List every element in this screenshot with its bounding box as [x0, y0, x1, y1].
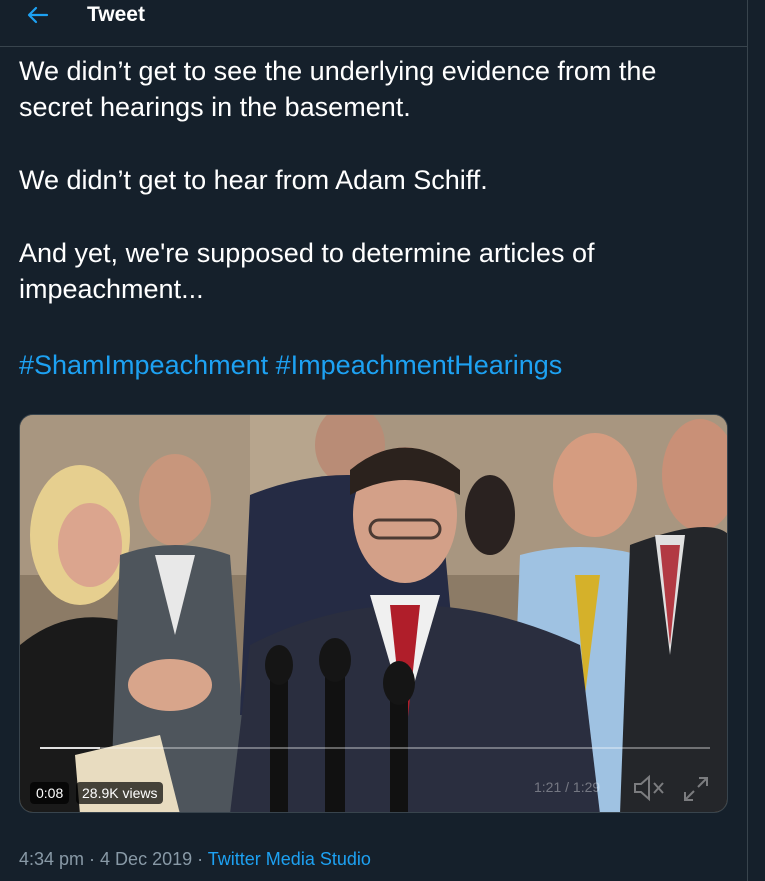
back-button[interactable] — [22, 2, 54, 28]
meta-separator: · — [84, 849, 101, 869]
expand-icon — [684, 777, 708, 801]
tweet-paragraph: We didn’t get to see the underlying evid… — [19, 56, 657, 122]
arrow-left-icon — [27, 6, 49, 24]
tweet-paragraph: And yet, we're supposed to determine art… — [19, 238, 595, 304]
tweet-paragraph: We didn’t get to hear from Adam Schiff. — [19, 165, 488, 195]
video-progress-bar[interactable] — [40, 747, 710, 749]
meta-separator: · — [192, 849, 208, 869]
tweet-date[interactable]: 4 Dec 2019 — [100, 849, 192, 869]
mute-button[interactable] — [632, 773, 666, 803]
video-frame — [20, 415, 727, 812]
video-time-total: 1:21 / 1:29 — [534, 779, 601, 795]
speaker-mute-icon — [634, 774, 664, 802]
header-title: Tweet — [87, 3, 145, 26]
hashtag-line: #ShamImpeachment #ImpeachmentHearings — [19, 347, 562, 383]
tweet-time[interactable]: 4:34 pm — [19, 849, 84, 869]
video-player[interactable]: 0:08 28.9K views 1:21 / 1:29 — [19, 414, 728, 813]
views-badge: 28.9K views — [76, 782, 164, 804]
hashtag-link[interactable]: #ShamImpeachment — [19, 350, 268, 380]
tweet-source-link[interactable]: Twitter Media Studio — [208, 849, 371, 869]
fullscreen-button[interactable] — [682, 775, 710, 803]
tweet-page: Tweet We didn’t get to see the underlyin… — [0, 0, 765, 881]
header-bar: Tweet — [0, 0, 747, 47]
video-progress-fill — [40, 747, 101, 749]
tweet-text: We didn’t get to see the underlying evid… — [19, 53, 729, 344]
column-border — [747, 0, 748, 881]
hashtag-link[interactable]: #ImpeachmentHearings — [276, 350, 563, 380]
elapsed-badge: 0:08 — [30, 782, 70, 804]
tweet-meta: 4:34 pm · 4 Dec 2019 · Twitter Media Stu… — [19, 847, 371, 871]
